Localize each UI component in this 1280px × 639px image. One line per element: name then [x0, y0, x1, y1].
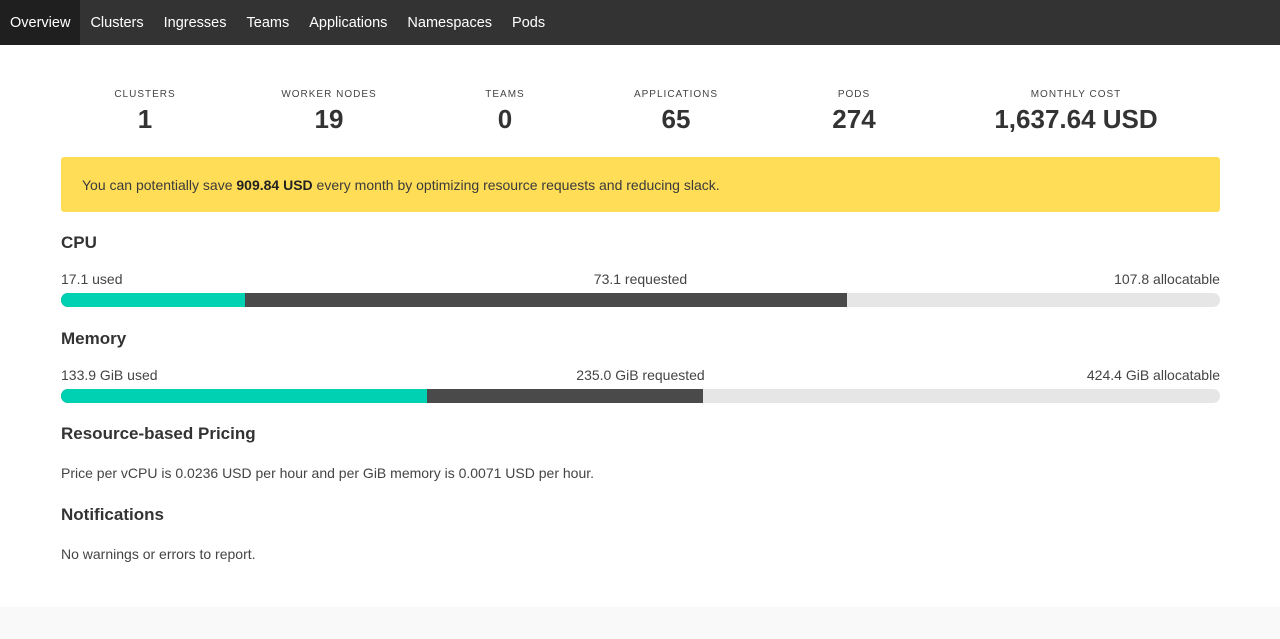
- overview-content: CLUSTERS 1 WORKER NODES 19 TEAMS 0 APPLI…: [0, 45, 1280, 607]
- memory-bar-labels: 133.9 GiB used 235.0 GiB requested 424.4…: [61, 367, 1220, 383]
- stat-label: CLUSTERS: [114, 89, 176, 100]
- stat-value: 1,637.64 USD: [994, 104, 1158, 134]
- cpu-bar-labels: 17.1 used 73.1 requested 107.8 allocatab…: [61, 271, 1220, 287]
- stat-label: WORKER NODES: [281, 89, 377, 100]
- savings-amount: 909.84 USD: [236, 176, 313, 193]
- stat-teams: TEAMS 0: [485, 89, 524, 135]
- cpu-title: CPU: [61, 233, 97, 252]
- savings-alert: You can potentially save 909.84 USD ever…: [61, 157, 1220, 212]
- memory-allocatable-label: 424.4 GiB allocatable: [1086, 367, 1220, 383]
- stat-worker-nodes: WORKER NODES 19: [281, 89, 376, 135]
- stat-clusters: CLUSTERS 1: [114, 89, 175, 135]
- cpu-allocatable-label: 107.8 allocatable: [1114, 271, 1220, 287]
- nav-pods[interactable]: Pods: [502, 0, 555, 45]
- notifications-title: Notifications: [61, 505, 164, 524]
- nav-clusters[interactable]: Clusters: [80, 0, 153, 45]
- stat-label: PODS: [837, 89, 871, 100]
- stat-value: 65: [661, 104, 691, 134]
- stat-label: MONTHLY COST: [1030, 89, 1122, 100]
- nav-applications[interactable]: Applications: [299, 0, 397, 45]
- memory-used-fill: [61, 389, 427, 403]
- memory-used-label: 133.9 GiB used: [61, 367, 158, 383]
- stat-pods: PODS 274: [832, 89, 875, 135]
- stat-value: 0: [497, 104, 513, 134]
- stat-value: 19: [314, 104, 344, 134]
- memory-section: Memory 133.9 GiB used 235.0 GiB requeste…: [61, 329, 1220, 403]
- cpu-usage-bar: [61, 293, 1220, 307]
- nav-ingresses[interactable]: Ingresses: [154, 0, 237, 45]
- nav-namespaces[interactable]: Namespaces: [397, 0, 502, 45]
- stat-label: APPLICATIONS: [633, 89, 719, 100]
- nav-overview[interactable]: Overview: [0, 0, 81, 45]
- cpu-section: CPU 17.1 used 73.1 requested 107.8 alloc…: [61, 233, 1220, 307]
- nav-teams[interactable]: Teams: [237, 0, 300, 45]
- pricing-title: Resource-based Pricing: [61, 424, 256, 443]
- memory-usage-bar: [61, 389, 1220, 403]
- page-footer: [0, 607, 1280, 639]
- cpu-used-label: 17.1 used: [61, 271, 123, 287]
- top-navbar: Overview Clusters Ingresses Teams Applic…: [0, 0, 1280, 45]
- memory-title: Memory: [61, 329, 127, 348]
- stat-value: 1: [137, 104, 153, 134]
- stat-label: TEAMS: [485, 89, 525, 100]
- stat-applications: APPLICATIONS 65: [634, 89, 718, 135]
- pricing-section: Resource-based Pricing Price per vCPU is…: [61, 424, 1220, 481]
- memory-requested-label: 235.0 GiB requested: [576, 367, 705, 383]
- notifications-section: Notifications No warnings or errors to r…: [61, 505, 1220, 562]
- stats-row: CLUSTERS 1 WORKER NODES 19 TEAMS 0 APPLI…: [61, 45, 1220, 157]
- notifications-text: No warnings or errors to report.: [61, 546, 256, 562]
- stat-value: 274: [832, 104, 876, 134]
- stat-monthly-cost: MONTHLY COST 1,637.64 USD: [994, 89, 1157, 135]
- cpu-used-fill: [61, 293, 245, 307]
- savings-suffix: every month by optimizing resource reque…: [312, 176, 720, 193]
- cpu-requested-label: 73.1 requested: [593, 271, 688, 287]
- savings-prefix: You can potentially save: [82, 176, 237, 193]
- pricing-text: Price per vCPU is 0.0236 USD per hour an…: [61, 465, 595, 481]
